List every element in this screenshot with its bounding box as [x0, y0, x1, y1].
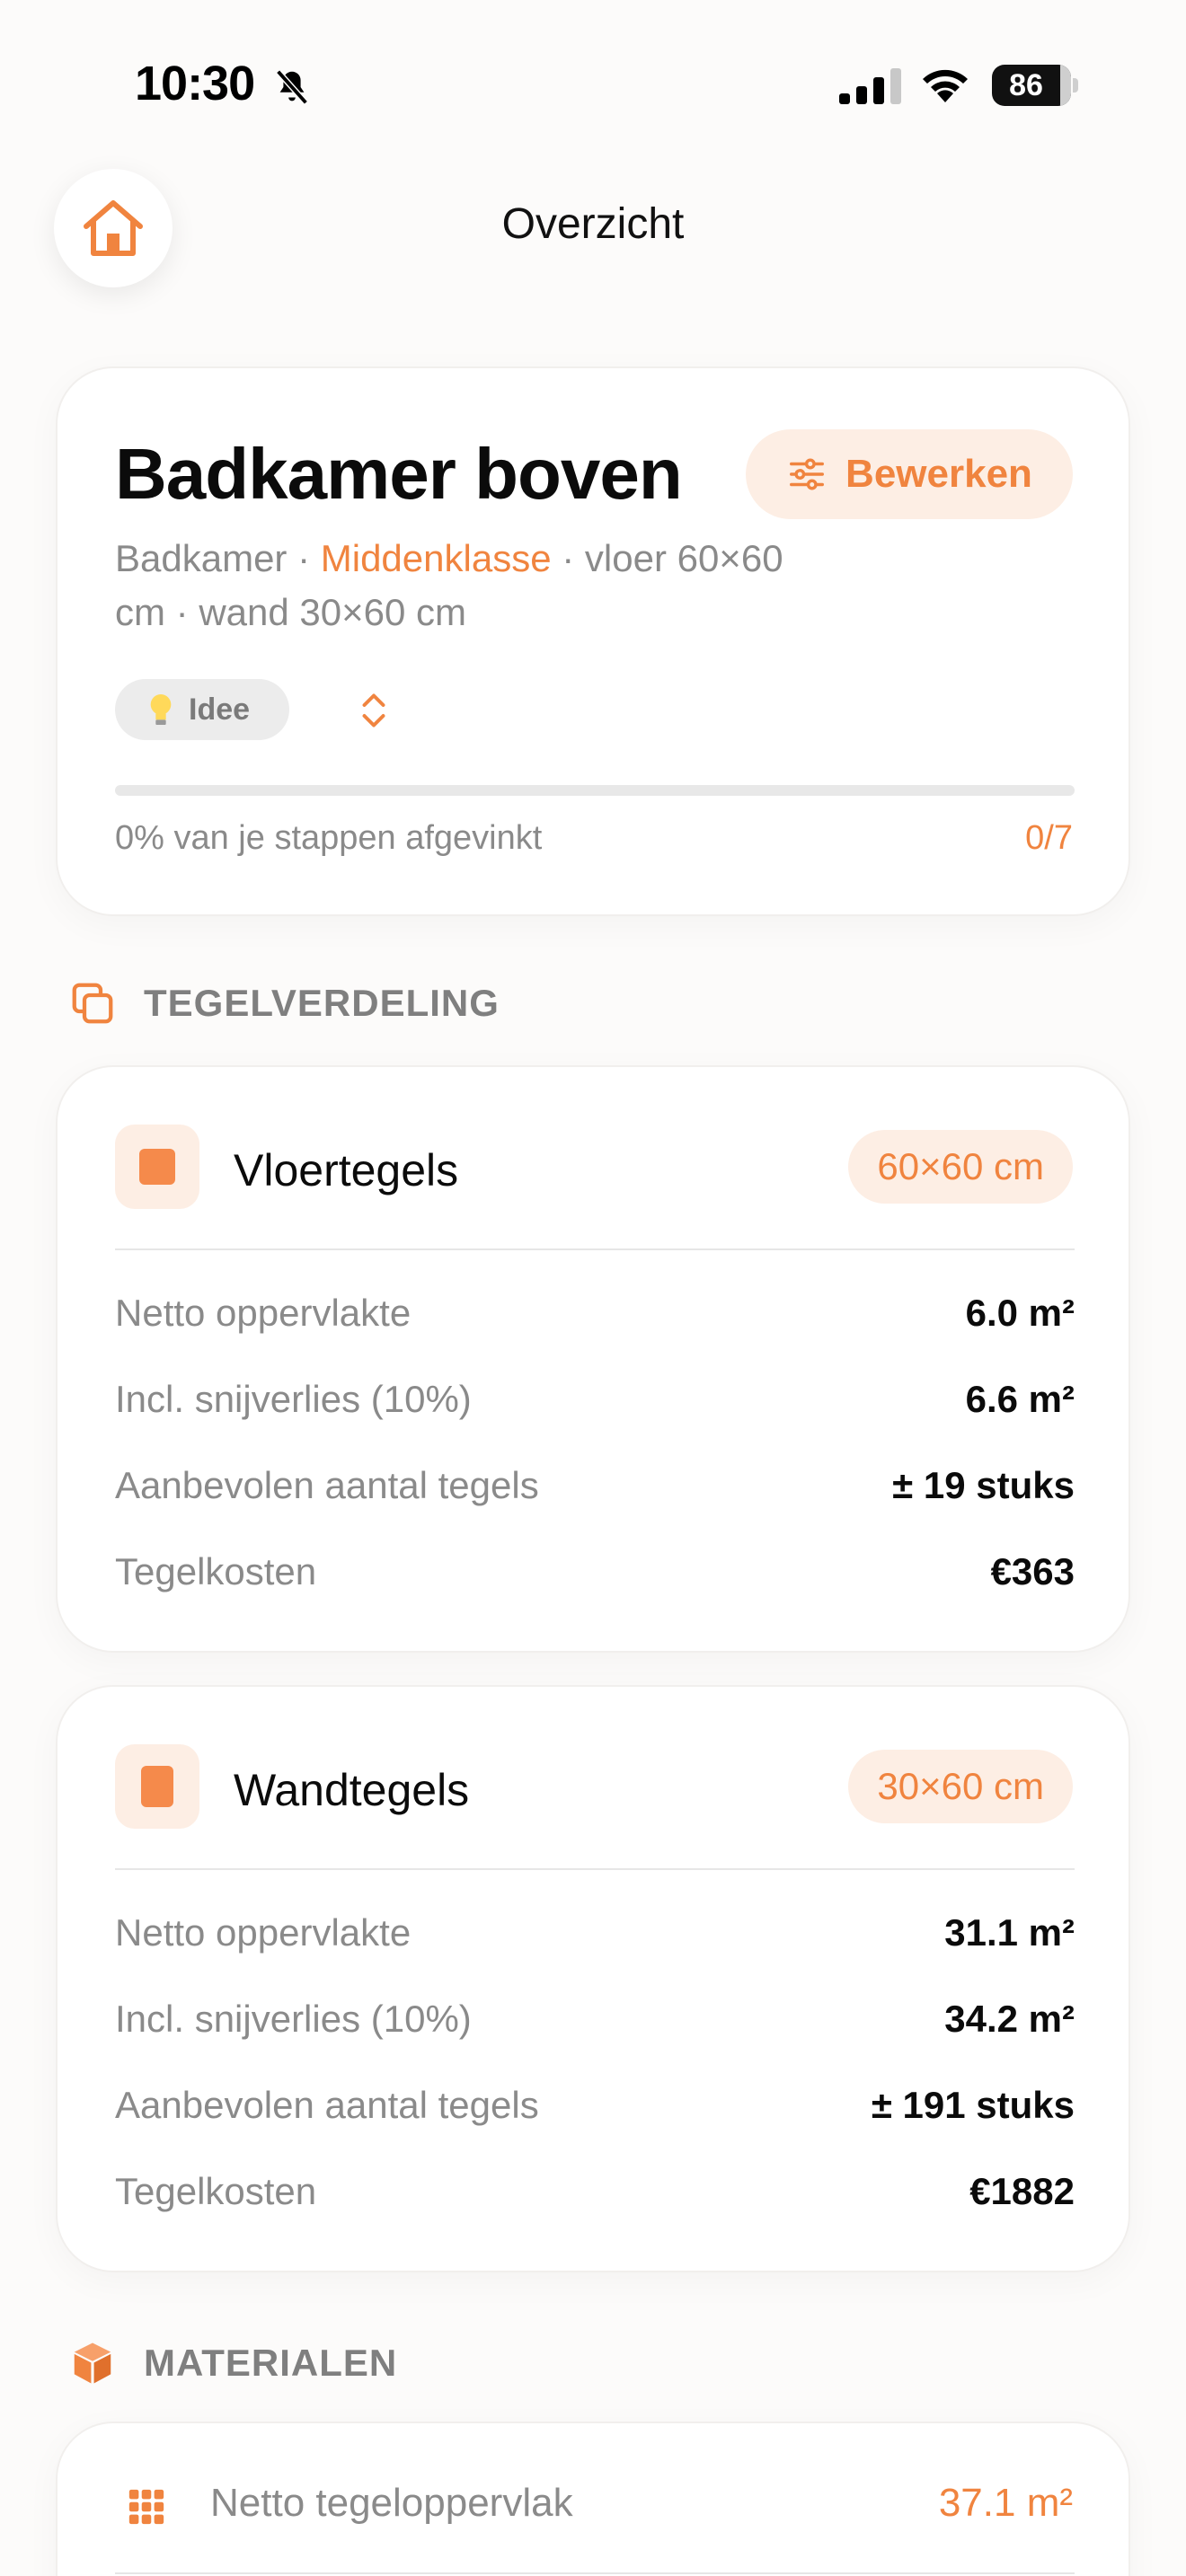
rectangle-tile-icon: [141, 1766, 173, 1807]
bell-slash-icon: [276, 69, 308, 105]
table-row: Tegelkosten €1882: [115, 2170, 1075, 2212]
floor-tiles-card[interactable]: Vloertegels 60×60 cm Netto oppervlakte 6…: [56, 1065, 1130, 1653]
chevron-up-down-icon[interactable]: [358, 690, 390, 731]
battery-level: 86: [1009, 68, 1043, 102]
section-title: TEGELVERDELING: [144, 982, 500, 1024]
table-row: Incl. snijverlies (10%) 34.2 m²: [115, 1998, 1075, 2040]
table-row: Netto oppervlakte 6.0 m²: [115, 1292, 1075, 1334]
quality-level: Middenklasse: [320, 537, 552, 579]
section-title: MATERIALEN: [144, 2342, 398, 2384]
lightbulb-icon: [150, 694, 172, 725]
wall-spec: wand 30×60 cm: [199, 591, 467, 633]
tile-card-title: Vloertegels: [234, 1145, 459, 1195]
divider: [115, 1868, 1075, 1870]
square-tile-icon: [139, 1149, 175, 1185]
table-row: Aanbevolen aantal tegels ± 19 stuks: [115, 1464, 1075, 1506]
room-type: Badkamer: [115, 537, 288, 579]
sliders-icon: [790, 458, 825, 490]
box-icon: [74, 2342, 111, 2384]
section-header-materials: MATERIALEN: [68, 2339, 397, 2387]
materials-net-area-value: 37.1 m²: [938, 2481, 1073, 2525]
wifi-icon: [923, 69, 968, 102]
materials-net-area-label: Netto tegeloppervlak: [210, 2481, 573, 2525]
materials-card: Netto tegeloppervlak 37.1 m²: [56, 2422, 1130, 2576]
table-row: Incl. snijverlies (10%) 6.6 m²: [115, 1378, 1075, 1420]
grid-icon: [128, 2489, 164, 2525]
status-label: Idee: [189, 692, 251, 727]
battery-icon: 86: [992, 65, 1078, 106]
wall-tile-swatch: [115, 1744, 199, 1829]
table-row: Tegelkosten €363: [115, 1550, 1075, 1592]
floor-tile-swatch: [115, 1125, 199, 1209]
divider: [115, 2572, 1075, 2574]
tile-size-badge: 30×60 cm: [848, 1750, 1073, 1823]
status-picker[interactable]: Idee: [115, 679, 289, 740]
tile-size-badge: 60×60 cm: [848, 1130, 1073, 1204]
project-title: Badkamer boven: [115, 434, 683, 514]
divider: [115, 1248, 1075, 1250]
project-subtitle: Badkamer · Middenklasse · vloer 60×60 cm…: [115, 537, 783, 633]
table-row: Netto oppervlakte 31.1 m²: [115, 1911, 1075, 1954]
progress-bar: [115, 785, 1075, 796]
status-time: 10:30: [135, 57, 255, 110]
tile-card-title: Wandtegels: [234, 1765, 470, 1815]
edit-button-label: Bewerken: [845, 452, 1032, 496]
table-row: Aanbevolen aantal tegels ± 191 stuks: [115, 2084, 1075, 2126]
wall-tiles-card[interactable]: Wandtegels 30×60 cm Netto oppervlakte 31…: [56, 1685, 1130, 2272]
project-card: Badkamer boven Bewerken Badkamer · Midde…: [56, 366, 1130, 916]
copy-squares-icon: [72, 983, 113, 1024]
page-title: Overzicht: [501, 200, 685, 248]
cellular-signal-icon: [839, 68, 901, 104]
section-header-tile-distribution: TEGELVERDELING: [68, 979, 500, 1028]
progress-count: 0/7: [1025, 819, 1073, 857]
progress-text: 0% van je stappen afgevinkt: [115, 819, 543, 857]
edit-button[interactable]: Bewerken: [746, 429, 1073, 519]
status-bar: 10:30 86: [0, 0, 1186, 171]
